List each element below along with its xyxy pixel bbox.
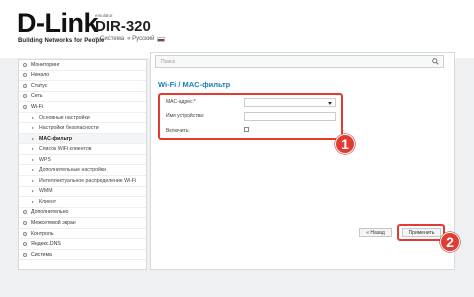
circle-bullet-icon: [23, 83, 27, 88]
mac-address-select[interactable]: [244, 98, 336, 107]
mac-address-label: MAC-адрес:*: [166, 99, 196, 105]
sidebar-item-start[interactable]: Начало: [19, 71, 146, 82]
back-button[interactable]: « Назад: [359, 228, 392, 237]
dlink-logo[interactable]: D-Link: [17, 10, 99, 37]
circle-bullet-icon: [23, 62, 27, 67]
sidebar-item-wifi[interactable]: Wi-Fi: [19, 102, 146, 113]
logo-tagline: Building Networks for People: [18, 38, 105, 44]
sidebar-item-wifi-clients[interactable]: Список WiFi клиентов: [19, 144, 146, 155]
sidebar-item-system[interactable]: Система: [19, 250, 146, 261]
step-2-badge: 2: [440, 232, 460, 252]
sidebar-item-wps[interactable]: WPS: [19, 155, 146, 166]
header: D-Link Building Networks for People emul…: [0, 0, 474, 58]
circle-bullet-icon: [23, 220, 27, 225]
circle-bullet-icon: [23, 210, 27, 215]
page-title: Wi-Fi / MAC-фильтр: [158, 80, 231, 89]
circle-bullet-icon: [23, 242, 27, 247]
russian-flag-icon: [157, 36, 166, 42]
header-links: « Система « Русский: [95, 36, 166, 42]
sidebar-item-firewall[interactable]: Межсетевой экран: [19, 218, 146, 229]
router-web-ui: D-Link Building Networks for People emul…: [0, 0, 474, 297]
step-1-badge: 1: [335, 134, 355, 154]
sidebar-item-status[interactable]: Статус: [19, 81, 146, 92]
circle-bullet-icon: [23, 252, 27, 257]
sidebar-item-security-settings[interactable]: Настройки безопасности: [19, 123, 146, 134]
sidebar-item-client[interactable]: Клиент: [19, 197, 146, 208]
chevron-down-icon: [328, 101, 332, 105]
device-model: DIR-320: [95, 18, 151, 35]
mac-filter-form: MAC-адрес:* Имя устройства: Включить:: [158, 93, 343, 140]
search-icon[interactable]: [432, 58, 439, 65]
system-menu-link[interactable]: « Система: [95, 36, 124, 42]
device-name-label: Имя устройства:: [166, 113, 205, 119]
circle-bullet-icon: [23, 104, 27, 109]
sidebar-item-monitoring[interactable]: Мониторинг: [19, 60, 146, 71]
page-footer: [0, 274, 474, 297]
apply-button[interactable]: Применить: [402, 228, 441, 237]
enable-label: Включить:: [166, 128, 190, 134]
arrow-bullet-icon: [32, 190, 34, 193]
arrow-bullet-icon: [32, 116, 34, 119]
sidebar-item-yandex-dns[interactable]: Яндекс.DNS: [19, 239, 146, 250]
circle-bullet-icon: [23, 94, 27, 99]
enable-checkbox[interactable]: [244, 127, 249, 132]
sidebar-item-advanced[interactable]: Дополнительно: [19, 208, 146, 219]
sidebar-item-mac-filter[interactable]: MAC-фильтр: [19, 133, 146, 145]
search-input[interactable]: Поиск: [155, 55, 444, 68]
sidebar-nav: Мониторинг Начало Статус Сеть Wi-Fi Осно…: [18, 59, 147, 270]
circle-bullet-icon: [23, 73, 27, 78]
sidebar-item-basic-settings[interactable]: Основные настройки: [19, 113, 146, 124]
circle-bullet-icon: [23, 231, 27, 236]
arrow-bullet-icon: [32, 148, 34, 151]
arrow-bullet-icon: [32, 200, 34, 203]
sidebar-item-smart-wifi[interactable]: Интеллектуальное распределение Wi-Fi: [19, 176, 146, 187]
device-name-field[interactable]: [244, 112, 336, 121]
language-link[interactable]: « Русский: [127, 36, 154, 42]
arrow-bullet-icon: [32, 169, 34, 172]
sidebar-item-control[interactable]: Контроль: [19, 229, 146, 240]
sidebar-item-wmm[interactable]: WMM: [19, 187, 146, 198]
arrow-bullet-icon: [32, 158, 34, 161]
arrow-bullet-icon: [32, 179, 34, 182]
search-placeholder: Поиск: [161, 59, 175, 65]
sidebar-item-network[interactable]: Сеть: [19, 92, 146, 103]
arrow-bullet-icon: [32, 127, 34, 130]
sidebar-item-advanced-settings[interactable]: Дополнительные настройки: [19, 165, 146, 177]
arrow-bullet-icon: [32, 137, 34, 140]
